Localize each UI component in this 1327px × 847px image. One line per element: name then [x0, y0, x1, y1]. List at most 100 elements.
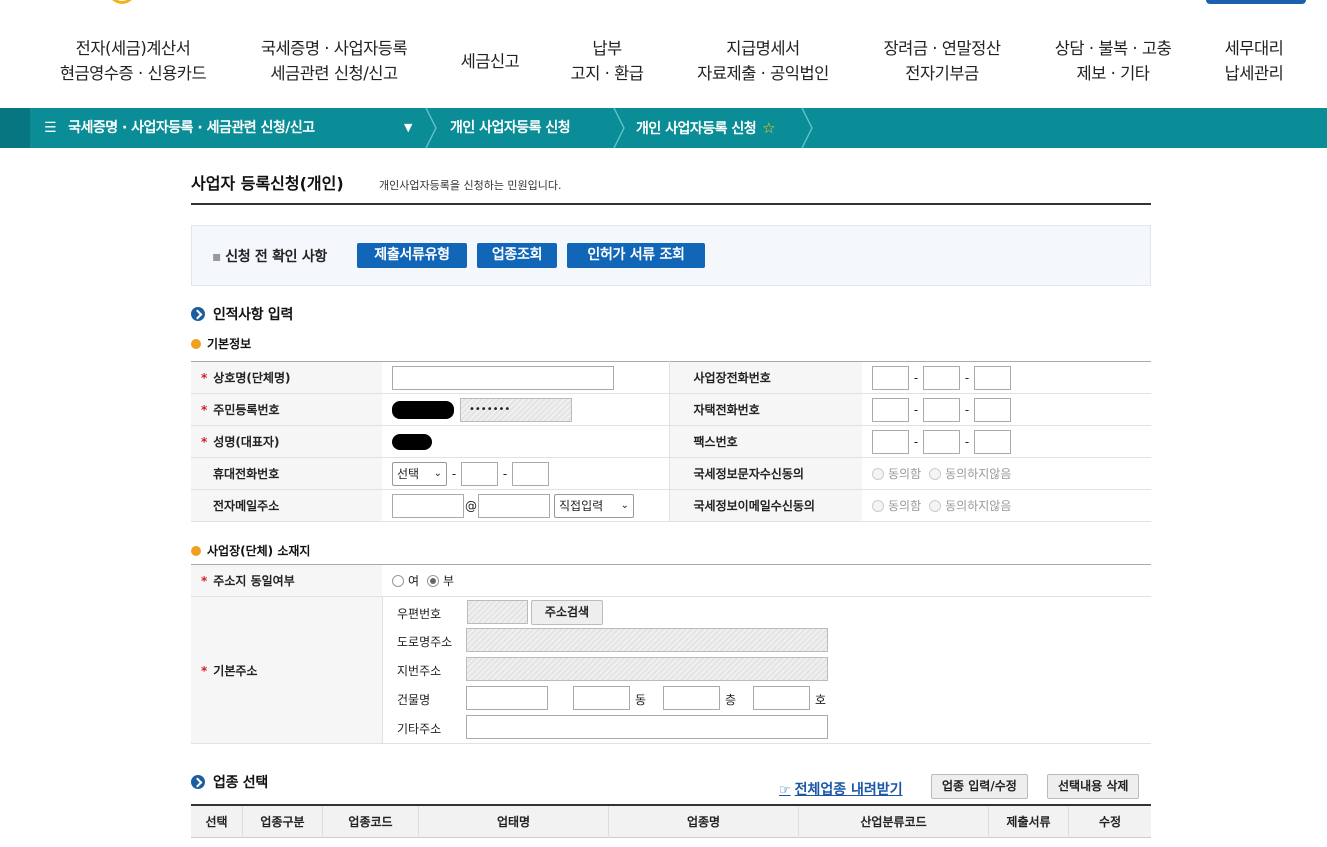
nav-item-tax-report[interactable]: 세금신고 [450, 49, 530, 74]
main-navigation: 전자(세금)계산서 현금영수증 · 신용카드 국세증명 · 사업자등록 세금관련… [0, 36, 1327, 92]
fax-2-input[interactable] [923, 429, 960, 454]
road-address-input[interactable] [466, 628, 828, 652]
email-disagree-radio[interactable] [929, 500, 942, 512]
rrn-label-text: 주민등록번호 [213, 403, 280, 417]
road-address-label: 도로명주소 [397, 635, 453, 649]
favorite-star-icon[interactable]: ☆ [762, 119, 775, 137]
submit-doc-type-button[interactable]: 제출서류유형 [357, 243, 467, 268]
required-mark: * [201, 435, 208, 449]
same-address-yes-label: 여 [408, 574, 420, 588]
table-row: * 주민등록번호 ••••••• 자택전화번호 -- [191, 393, 1151, 426]
sms-disagree-label: 동의하지않음 [945, 467, 1012, 481]
email-domain-select[interactable]: 직접입력 ⌄ [554, 493, 634, 518]
email-cell: @ 직접입력 ⌄ [382, 489, 669, 522]
fax-3-input[interactable] [974, 429, 1011, 454]
nav-item-statement[interactable]: 지급명세서 자료제출 · 공익법인 [688, 36, 838, 86]
download-all-industries-link[interactable]: ☞ 전체업종 내려받기 [779, 779, 903, 799]
nav-item-incentive[interactable]: 장려금 · 연말정산 전자기부금 [874, 36, 1010, 86]
required-mark: * [201, 371, 208, 385]
breadcrumb-item-level2[interactable]: 개인 사업자등록 신청 [450, 108, 571, 148]
rrn-back-input[interactable]: ••••••• [460, 397, 572, 422]
top-login-button[interactable] [1206, 0, 1306, 4]
delete-selection-button[interactable]: 선택내용 삭제 [1047, 774, 1140, 799]
nav-item-certificate[interactable]: 국세증명 · 사업자등록 세금관련 신청/신고 [253, 36, 415, 86]
company-name-cell [382, 361, 669, 394]
nav-item-payment[interactable]: 납부 고지 · 환급 [560, 36, 654, 86]
nav-item-tax-agent[interactable]: 세무대리 납세관리 [1212, 36, 1296, 86]
sms-disagree-radio[interactable] [929, 468, 942, 480]
email-id-input[interactable] [392, 493, 464, 518]
table-row: 휴대전화번호 선택 ⌄ - - 국세정보문자수신동의 동의함 동의하지않음 [191, 457, 1151, 490]
breadcrumb-separator-icon [800, 108, 814, 148]
building-ho-input[interactable] [753, 686, 810, 710]
same-address-no-radio[interactable] [427, 575, 440, 587]
company-name-input[interactable] [392, 365, 614, 390]
required-mark: * [201, 403, 208, 417]
dash: - [964, 434, 970, 449]
arrow-circle-icon [191, 775, 205, 789]
biz-phone-2-input[interactable] [923, 365, 960, 390]
mobile-prefix-select[interactable]: 선택 ⌄ [392, 461, 447, 486]
top-strip [0, 0, 1327, 8]
precheck-label: ▪ 신청 전 확인 사항 [212, 246, 327, 266]
mobile-prefix-value: 선택 [397, 466, 420, 481]
nav-item-e-invoice[interactable]: 전자(세금)계산서 현금영수증 · 신용카드 [52, 36, 214, 86]
home-phone-1-input[interactable] [872, 397, 909, 422]
home-phone-label: 자택전화번호 [668, 393, 862, 426]
fax-1-input[interactable] [872, 429, 909, 454]
company-name-label: * 상호명(단체명) [191, 361, 382, 394]
column-header-business-type: 업태명 [419, 806, 609, 838]
email-agree-label: 동의함 [888, 499, 922, 513]
fax-cell: -- [862, 425, 1151, 458]
dash: - [913, 370, 919, 385]
etc-address-input[interactable] [466, 715, 828, 739]
industry-lookup-button[interactable]: 업종조회 [477, 243, 557, 268]
building-name-input[interactable] [466, 686, 548, 710]
sms-agree-radio[interactable] [872, 468, 884, 480]
zip-input[interactable] [467, 600, 528, 624]
same-address-label: * 주소지 동일여부 [191, 564, 382, 597]
mobile-3-input[interactable] [512, 461, 549, 486]
column-header-code: 업종코드 [323, 806, 419, 838]
same-address-cell: 여부 [382, 564, 1151, 597]
home-phone-cell: -- [862, 393, 1151, 426]
lot-address-input[interactable] [466, 657, 828, 681]
personal-section-title-text: 인적사항 입력 [213, 307, 294, 323]
rrn-cell: ••••••• [382, 393, 669, 426]
sms-consent-cell: 동의함 동의하지않음 [862, 457, 1151, 490]
orange-bullet-icon [191, 546, 201, 556]
nav-label-line1: 지급명세서 [726, 39, 800, 58]
location-title: 사업장(단체) 소재지 [191, 542, 310, 559]
building-dong-input[interactable] [573, 686, 630, 710]
industry-edit-button[interactable]: 업종 입력/수정 [931, 774, 1028, 799]
logo-icon[interactable] [108, 0, 136, 4]
same-address-yes-radio[interactable] [392, 575, 404, 587]
hamburger-icon: ☰ [44, 120, 57, 136]
building-floor-input[interactable] [663, 686, 720, 710]
arrow-circle-icon [191, 307, 205, 321]
page-title: 사업자 등록신청(개인) [191, 174, 344, 193]
bullet-icon: ▪ [212, 249, 222, 265]
dash: - [964, 402, 970, 417]
chevron-down-icon[interactable]: ▼ [404, 108, 412, 148]
email-agree-radio[interactable] [872, 500, 884, 512]
basic-info-title-text: 기본정보 [207, 337, 252, 351]
breadcrumb-left-edge [0, 108, 30, 148]
address-search-button[interactable]: 주소검색 [531, 600, 603, 625]
dong-label: 동 [635, 693, 647, 707]
breadcrumb-menu[interactable]: ☰ 국세증명 · 사업자등록 · 세금관련 신청/신고 [44, 108, 315, 148]
biz-phone-1-input[interactable] [872, 365, 909, 390]
precheck-label-text: 신청 전 확인 사항 [225, 249, 327, 265]
nav-item-consulting[interactable]: 상담 · 불복 · 고충 제보 · 기타 [1046, 36, 1180, 86]
permit-doc-lookup-button[interactable]: 인허가 서류 조회 [567, 243, 705, 268]
email-label: 전자메일주소 [191, 489, 382, 522]
sms-consent-label: 국세정보문자수신동의 [668, 457, 862, 490]
home-phone-2-input[interactable] [923, 397, 960, 422]
email-domain-input[interactable] [478, 493, 550, 518]
name-cell [382, 425, 669, 458]
nav-label-line1: 세금신고 [460, 52, 520, 71]
mobile-2-input[interactable] [461, 461, 498, 486]
industry-section-title: 업종 선택 [191, 772, 268, 792]
biz-phone-3-input[interactable] [974, 365, 1011, 390]
home-phone-3-input[interactable] [974, 397, 1011, 422]
